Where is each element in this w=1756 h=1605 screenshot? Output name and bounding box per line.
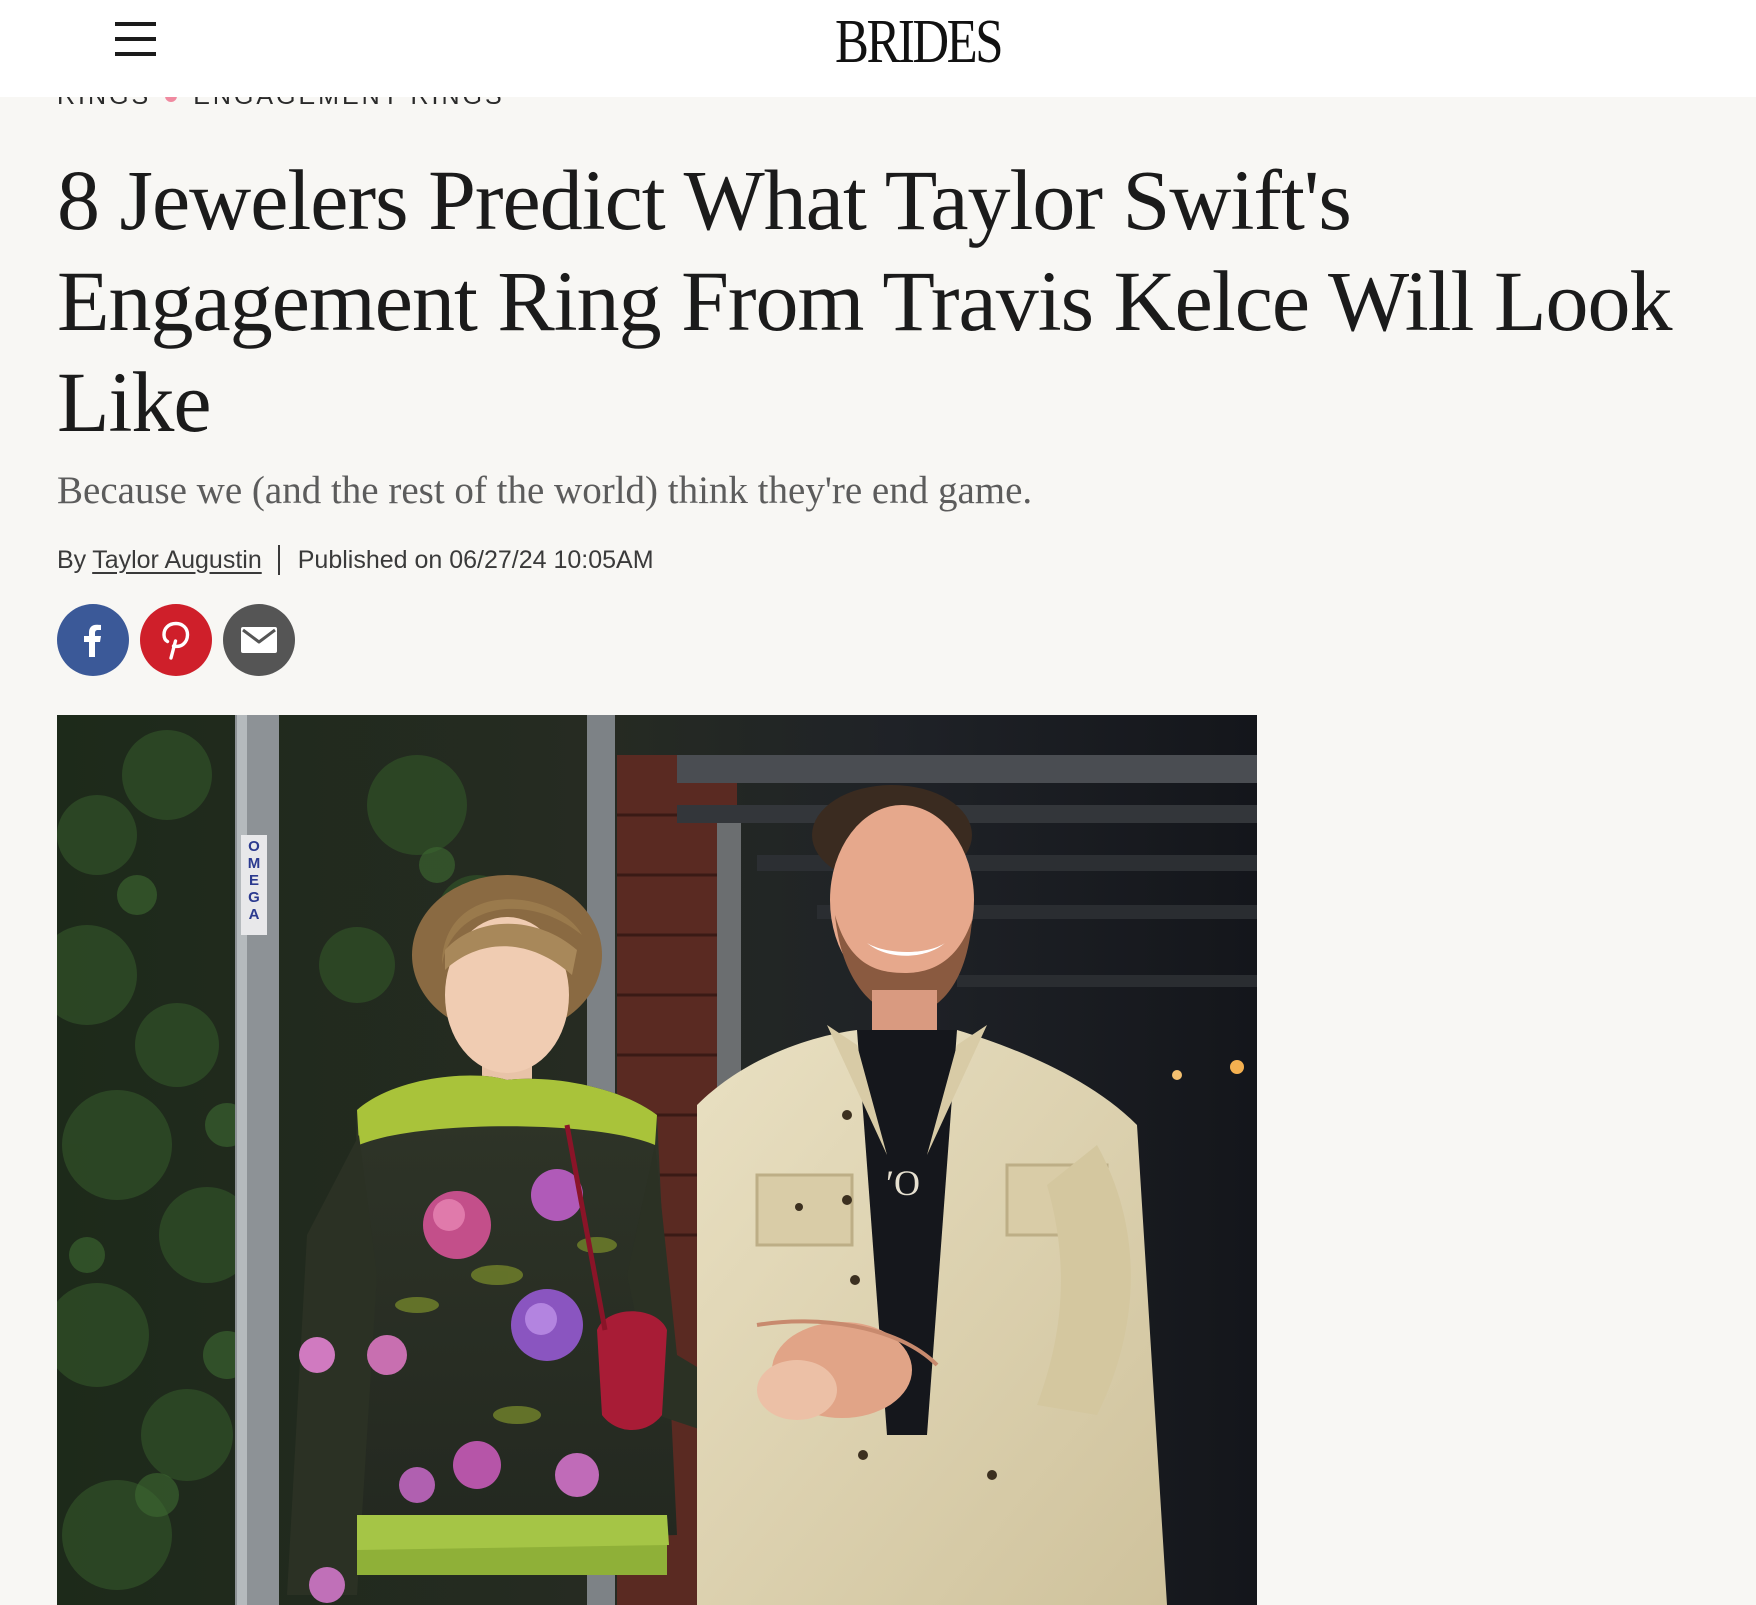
menu-bar	[115, 37, 156, 41]
facebook-share-button[interactable]	[57, 604, 129, 676]
facebook-icon	[84, 624, 101, 657]
hero-image: O M E G A ʹO	[57, 715, 1257, 1605]
article-title: 8 Jewelers Predict What Taylor Swift's E…	[57, 152, 1672, 450]
svg-text:A: A	[249, 906, 260, 923]
email-share-button[interactable]	[223, 604, 295, 676]
pinterest-share-button[interactable]	[140, 604, 212, 676]
pinterest-icon	[162, 621, 190, 660]
svg-text:E: E	[249, 872, 259, 889]
svg-text:O: O	[248, 838, 260, 855]
svg-text:G: G	[248, 889, 260, 906]
svg-text:M: M	[248, 855, 261, 872]
article-subtitle: Because we (and the rest of the world) t…	[57, 469, 1033, 512]
author-link[interactable]: Taylor Augustin	[92, 546, 262, 575]
share-buttons	[57, 604, 295, 676]
menu-bar	[115, 52, 156, 56]
byline-divider	[277, 545, 280, 575]
svg-text:ʹO: ʹO	[886, 1163, 920, 1203]
byline: By Taylor Augustin Published on 06/27/24…	[57, 542, 654, 578]
site-header: BRIDES	[0, 0, 1756, 97]
hero-photo-illustration: O M E G A ʹO	[57, 715, 1257, 1605]
site-logo[interactable]: BRIDES	[835, 6, 1024, 78]
byline-prefix: By	[57, 545, 87, 574]
hamburger-menu-icon[interactable]	[110, 18, 162, 62]
publish-date: Published on 06/27/24 10:05AM	[297, 545, 654, 574]
email-icon	[241, 627, 277, 653]
menu-bar	[115, 22, 156, 26]
